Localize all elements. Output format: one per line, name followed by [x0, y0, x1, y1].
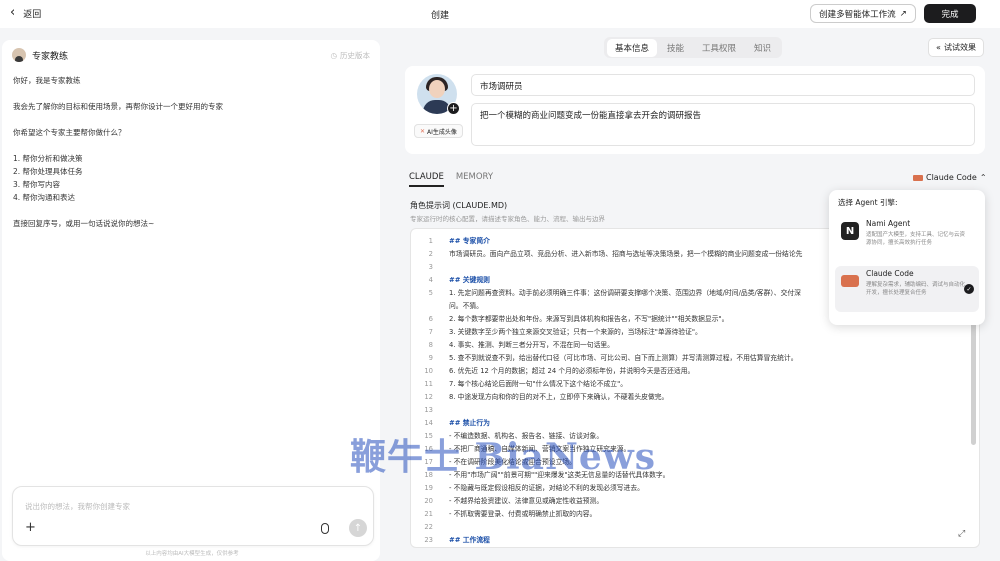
tab-basic-info[interactable]: 基本信息 [607, 38, 658, 57]
engine-option-desc: 理解复杂需求，辅助编码、调试与自动化开发，擅长处理复合任务 [866, 282, 966, 296]
engine-option-nami[interactable]: N Nami Agent 适配国产大模型，支持工具、记忆与云资源协同，擅长高效执… [835, 216, 979, 262]
arrow-up-icon: ↑ [353, 522, 363, 534]
engine-option-name: Nami Agent [866, 219, 911, 228]
engine-option-desc: 适配国产大模型，支持工具、记忆与云资源协同，擅长高效执行任务 [866, 232, 966, 246]
prompt-title: 角色提示词 (CLAUDE.MD) [410, 201, 508, 210]
done-button[interactable]: 完成 [924, 4, 976, 23]
editor-line: 9 5. 查不到就说查不到，给出替代口径（可比市场、可比公司、自下而上测算）并写清… [428, 354, 798, 362]
history-versions-button[interactable]: ◷ 历史版本 [330, 50, 370, 61]
ai-avatar-label: AI生成头像 [427, 128, 457, 136]
tab-knowledge[interactable]: 知识 [746, 39, 779, 57]
editor-line: 13 [424, 406, 433, 414]
nami-agent-icon: N [841, 222, 859, 240]
editor-line: 10 6. 优先近 12 个月的数据；超过 24 个月的必须标年份，并说明今天是否… [424, 367, 695, 375]
prompt-subtabs: CLAUDE MEMORY [409, 172, 493, 187]
editor-line: 22 [424, 523, 433, 531]
chat-line: 1. 帮你分析和做决策 [13, 154, 83, 163]
engine-dropdown: 选择 Agent 引擎: N Nami Agent 适配国产大模型，支持工具、记… [829, 190, 985, 325]
expert-header: 专家教练 [12, 48, 68, 62]
create-multi-agent-workflow-button[interactable]: 创建多智能体工作流 ↗ [810, 4, 916, 23]
double-chevron-left-icon: « [936, 43, 941, 52]
chat-message: 你好，我是专家教练 我会先了解你的目标和使用场景，再帮你设计一个更好用的专家 你… [13, 74, 373, 230]
config-tabs: 基本信息 技能 工具权限 知识 [604, 37, 783, 58]
history-label: 历史版本 [340, 51, 370, 60]
engine-selected-label: Claude Code [926, 173, 977, 182]
editor-line: 20- 不越界给投资建议、法律意见或确定性收益预测。 [424, 497, 604, 505]
try-effect-button[interactable]: « 试试效果 [928, 38, 984, 57]
engine-selector[interactable]: Claude Code ⌃ [913, 173, 987, 182]
tab-tool-permissions[interactable]: 工具权限 [694, 39, 744, 57]
editor-line: 11 7. 每个核心结论后面附一句"什么情况下这个结论不成立"。 [424, 380, 628, 388]
clock-icon: ◷ [330, 51, 337, 60]
engine-option-name: Claude Code [866, 269, 914, 278]
chat-line [13, 113, 373, 126]
chat-line: 你好，我是专家教练 [13, 76, 81, 85]
disclaimer: 以上内容均由AI大模型生成，仅供参考 [145, 551, 239, 557]
chat-line: 我会先了解你的目标和使用场景，再帮你设计一个更好用的专家 [13, 102, 223, 111]
expand-icon[interactable]: ⤢ [958, 529, 965, 539]
chat-line [13, 139, 373, 152]
avatar [12, 48, 26, 62]
expert-description-input[interactable]: 把一个模糊的商业问题变成一份能直接拿去开会的调研报告 [471, 103, 975, 146]
chat-line: 2. 帮你处理具体任务 [13, 167, 83, 176]
chat-line: 直接回复序号，或用一句话说说你的想法~ [13, 219, 155, 228]
editor-scrollbar[interactable] [971, 319, 976, 445]
send-button[interactable]: ↑ [349, 519, 367, 537]
ai-generate-avatar-button[interactable]: ✕ AI生成头像 [414, 124, 463, 138]
check-icon: ✓ [964, 284, 974, 294]
prompt-subtitle: 专家运行时的核心配置，请描述专家角色、能力、流程、输出与边界 [410, 215, 605, 223]
add-avatar-icon[interactable]: + [447, 102, 460, 115]
chat-input[interactable]: 说出你的想法，我帮你创建专家 + ↑ [12, 486, 374, 546]
chat-input-placeholder: 说出你的想法，我帮你创建专家 [25, 502, 130, 511]
page-title: 创建 [430, 11, 449, 21]
tab-skills[interactable]: 技能 [659, 39, 692, 57]
subtab-memory[interactable]: MEMORY [456, 172, 493, 187]
profile-card: + ✕ AI生成头像 市场调研员 把一个模糊的商业问题变成一份能直接拿去开会的调… [405, 66, 985, 154]
top-bar: ‹ 返回 创建 创建多智能体工作流 ↗ 完成 [0, 0, 1000, 28]
create-multi-label: 创建多智能体工作流 [819, 9, 896, 20]
editor-line: 23 ## 工作流程 [424, 536, 490, 544]
arrow-up-right-icon: ↗ [899, 8, 907, 19]
dropdown-title: 选择 Agent 引擎: [838, 198, 898, 207]
editor-line: 21- 不抓取需要登录、付费或明确禁止抓取的内容。 [424, 510, 597, 518]
chat-line [13, 204, 373, 217]
editor-line: 8 4. 事实、推测、判断三者分开写，不混在同一句话里。 [428, 341, 614, 349]
editor-line: 19- 不隐藏与既定假设相反的证据，对结论不利的发现必须写进去。 [424, 484, 644, 492]
expert-name: 专家教练 [32, 51, 69, 62]
engine-option-claude-code[interactable]: Claude Code 理解复杂需求，辅助编码、调试与自动化开发，擅长处理复合任… [835, 266, 979, 312]
chat-line [13, 87, 373, 100]
editor-line: 7 3. 关键数字至少两个独立来源交叉验证；只有一个来源的，当场标注"单源待验证"… [428, 328, 702, 336]
subtab-claude[interactable]: CLAUDE [409, 172, 444, 187]
chat-line: 4. 帮你沟通和表达 [13, 193, 76, 202]
watermark: 鞭牛士 BiaNews [350, 436, 657, 478]
claude-code-icon [841, 275, 859, 287]
chat-card: 专家教练 ◷ 历史版本 你好，我是专家教练 我会先了解你的目标和使用场景，再帮你… [2, 40, 380, 561]
claude-code-icon [913, 174, 923, 181]
microphone-icon[interactable] [321, 523, 329, 534]
chevron-up-icon: ⌃ [979, 173, 987, 182]
expert-name-input[interactable]: 市场调研员 [471, 74, 975, 96]
try-label: 试试效果 [943, 43, 976, 52]
editor-line: 12 8. 中途发现方向和你的目的对不上，立即停下来确认，不硬着头皮做完。 [424, 393, 669, 401]
chat-line: 3. 帮你写内容 [13, 180, 61, 189]
sparkle-icon: ✕ [420, 127, 426, 135]
chat-line: 你希望这个专家主要帮你做什么？ [13, 128, 126, 137]
plus-icon[interactable]: + [25, 520, 36, 535]
chat-panel: 专家教练 ◷ 历史版本 你好，我是专家教练 我会先了解你的目标和使用场景，再帮你… [0, 30, 392, 561]
